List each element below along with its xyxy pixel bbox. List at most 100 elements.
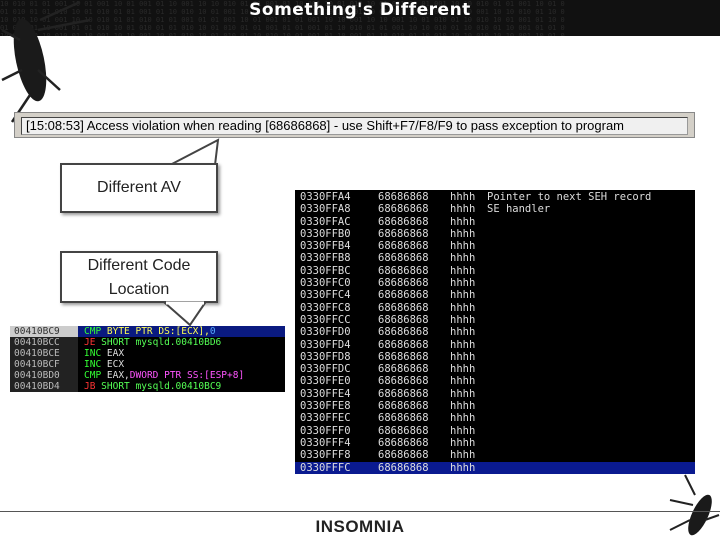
stack-ascii: hhhh — [450, 240, 487, 252]
status-message: [15:08:53] Access violation when reading… — [21, 117, 688, 135]
stack-address: 0330FFD8 — [300, 351, 378, 363]
insomnia-logo: INSOMNIA — [0, 517, 720, 537]
stack-value: 68686868 — [378, 412, 450, 424]
disasm-opcode: INC — [84, 348, 107, 359]
stack-row[interactable]: 0330FFE0 68686868 hhhh — [295, 375, 695, 387]
stack-row[interactable]: 0330FFC8 68686868 hhhh — [295, 302, 695, 314]
stack-row[interactable]: 0330FFC0 68686868 hhhh — [295, 277, 695, 289]
disasm-operand: DWORD PTR SS:[ESP+8] — [130, 370, 244, 381]
stack-address: 0330FFA4 — [300, 191, 378, 203]
stack-address: 0330FFDC — [300, 363, 378, 375]
stack-row[interactable]: 0330FFFC 68686868 hhhh — [295, 462, 695, 474]
disasm-opcode: JB — [84, 381, 101, 392]
disasm-address: 00410BCE — [10, 348, 78, 359]
stack-row[interactable]: 0330FFF0 68686868 hhhh — [295, 425, 695, 437]
disasm-address: 00410BCF — [10, 359, 78, 370]
stack-row[interactable]: 0330FFE4 68686868 hhhh — [295, 388, 695, 400]
stack-ascii: hhhh — [450, 425, 487, 437]
callout-different-code: Different Code Location — [60, 251, 218, 303]
stack-ascii: hhhh — [450, 203, 487, 215]
stack-address: 0330FFB4 — [300, 240, 378, 252]
disasm-address: 00410BC9 — [10, 326, 78, 337]
stack-ascii: hhhh — [450, 252, 487, 264]
disasm-operand: BYTE PTR DS:[ECX], — [107, 326, 210, 337]
stack-ascii: hhhh — [450, 437, 487, 449]
stack-value: 68686868 — [378, 228, 450, 240]
stack-value: 68686868 — [378, 388, 450, 400]
stack-row[interactable]: 0330FFC4 68686868 hhhh — [295, 289, 695, 301]
stack-address: 0330FFD4 — [300, 339, 378, 351]
disasm-row[interactable]: 00410BD4 JB SHORT mysqld.00410BC9 — [10, 381, 285, 392]
stack-value: 68686868 — [378, 240, 450, 252]
disasm-operand: EAX, — [107, 370, 130, 381]
stack-address: 0330FFB8 — [300, 252, 378, 264]
disasm-opcode: CMP — [84, 326, 107, 337]
stack-ascii: hhhh — [450, 363, 487, 375]
stack-address: 0330FFC8 — [300, 302, 378, 314]
stack-value: 68686868 — [378, 363, 450, 375]
stack-row[interactable]: 0330FFDC 68686868 hhhh — [295, 363, 695, 375]
stack-value: 68686868 — [378, 277, 450, 289]
disasm-address: 00410BD0 — [10, 370, 78, 381]
stack-ascii: hhhh — [450, 216, 487, 228]
stack-ascii: hhhh — [450, 388, 487, 400]
disasm-opcode: CMP — [84, 370, 107, 381]
stack-row[interactable]: 0330FFB8 68686868 hhhh — [295, 252, 695, 264]
stack-row[interactable]: 0330FFAC 68686868 hhhh — [295, 216, 695, 228]
stack-row[interactable]: 0330FFCC 68686868 hhhh — [295, 314, 695, 326]
stack-value: 68686868 — [378, 326, 450, 338]
stack-row[interactable]: 0330FFD4 68686868 hhhh — [295, 339, 695, 351]
stack-ascii: hhhh — [450, 191, 487, 203]
disasm-row[interactable]: 00410BC9 CMP BYTE PTR DS:[ECX],0 — [10, 326, 285, 337]
stack-ascii: hhhh — [450, 228, 487, 240]
stack-address: 0330FFB0 — [300, 228, 378, 240]
stack-row[interactable]: 0330FFB4 68686868 hhhh — [295, 240, 695, 252]
stack-row[interactable]: 0330FFD8 68686868 hhhh — [295, 351, 695, 363]
stack-ascii: hhhh — [450, 400, 487, 412]
stack-value: 68686868 — [378, 191, 450, 203]
stack-address: 0330FFFC — [300, 462, 378, 474]
stack-value: 68686868 — [378, 351, 450, 363]
disasm-operand: SHORT mysqld.00410BC9 — [101, 381, 221, 392]
disasm-row[interactable]: 00410BD0 CMP EAX,DWORD PTR SS:[ESP+8] — [10, 370, 285, 381]
stack-ascii: hhhh — [450, 449, 487, 461]
disasm-instruction: INC ECX — [78, 359, 124, 370]
stack-ascii: hhhh — [450, 375, 487, 387]
stack-ascii: hhhh — [450, 314, 487, 326]
stack-row[interactable]: 0330FFBC 68686868 hhhh — [295, 265, 695, 277]
stack-comment: SE handler — [487, 203, 550, 215]
stack-address: 0330FFBC — [300, 265, 378, 277]
stack-row[interactable]: 0330FFE8 68686868 hhhh — [295, 400, 695, 412]
stack-value: 68686868 — [378, 339, 450, 351]
disassembly-pane: 00410BC9 CMP BYTE PTR DS:[ECX],0 00410BCC J… — [10, 326, 285, 392]
stack-address: 0330FFE0 — [300, 375, 378, 387]
stack-address: 0330FFCC — [300, 314, 378, 326]
stack-value: 68686868 — [378, 449, 450, 461]
disasm-opcode: JE — [84, 337, 101, 348]
stack-address: 0330FFC4 — [300, 289, 378, 301]
callout-different-av: Different AV — [60, 163, 218, 213]
stack-address: 0330FFF0 — [300, 425, 378, 437]
stack-pane: 0330FFA4 68686868 hhhh Pointer to next SEH … — [295, 190, 695, 462]
stack-ascii: hhhh — [450, 289, 487, 301]
stack-row[interactable]: 0330FFB0 68686868 hhhh — [295, 228, 695, 240]
title-banner: 10 010 01 01 001 10 01 001 10 01 001 01 … — [0, 0, 720, 36]
disasm-row[interactable]: 00410BCC JE SHORT mysqld.00410BD6 — [10, 337, 285, 348]
stack-value: 68686868 — [378, 425, 450, 437]
stack-value: 68686868 — [378, 302, 450, 314]
stack-ascii: hhhh — [450, 265, 487, 277]
stack-value: 68686868 — [378, 265, 450, 277]
stack-row[interactable]: 0330FFF4 68686868 hhhh — [295, 437, 695, 449]
stack-row[interactable]: 0330FFA4 68686868 hhhh Pointer to next SEH … — [295, 191, 695, 203]
stack-address: 0330FFE4 — [300, 388, 378, 400]
stack-row[interactable]: 0330FFF8 68686868 hhhh — [295, 449, 695, 461]
stack-ascii: hhhh — [450, 326, 487, 338]
disasm-opcode: INC — [84, 359, 107, 370]
stack-row[interactable]: 0330FFA8 68686868 hhhh SE handler — [295, 203, 695, 215]
cockroach-icon — [0, 0, 95, 125]
stack-row[interactable]: 0330FFEC 68686868 hhhh — [295, 412, 695, 424]
disasm-row[interactable]: 00410BCE INC EAX — [10, 348, 285, 359]
stack-row[interactable]: 0330FFD0 68686868 hhhh — [295, 326, 695, 338]
disasm-row[interactable]: 00410BCF INC ECX — [10, 359, 285, 370]
stack-address: 0330FFF8 — [300, 449, 378, 461]
